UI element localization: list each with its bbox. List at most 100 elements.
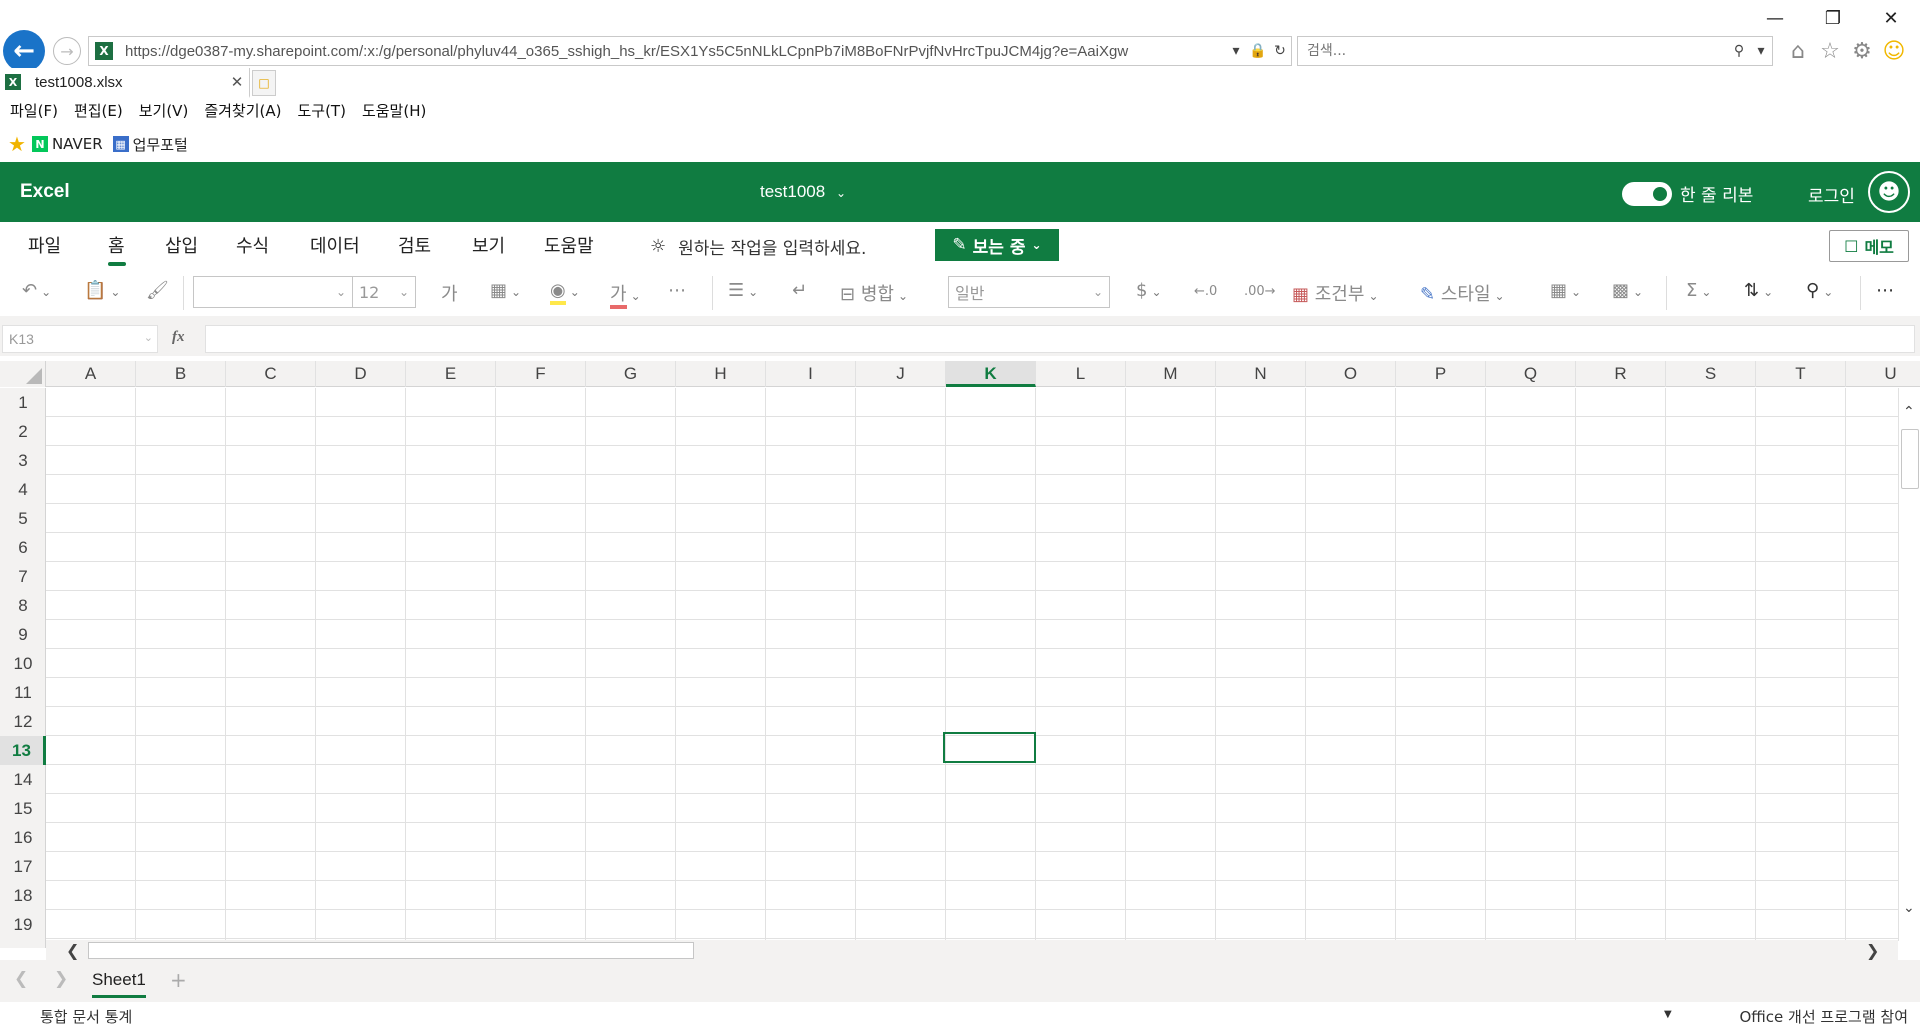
formula-input[interactable] (205, 325, 1915, 353)
bold-button[interactable]: 가 (441, 280, 458, 306)
column-header[interactable]: K (946, 361, 1036, 387)
tab-data[interactable]: 데이터 (310, 232, 360, 258)
menu-favorites[interactable]: 즐겨찾기(A) (204, 100, 281, 124)
chevron-down-icon[interactable]: ▼ (1664, 1009, 1672, 1020)
fav-portal[interactable]: 업무포털 (133, 134, 188, 155)
conditional-format-button[interactable]: ▦ 조건부 ⌄ (1292, 280, 1379, 306)
app-name[interactable]: Excel (20, 181, 70, 203)
column-header[interactable]: E (406, 361, 496, 387)
fill-color-button[interactable]: ◉ ⌄ (550, 280, 580, 305)
insert-cells-button[interactable]: ▩ ⌄ (1612, 280, 1643, 301)
menu-view[interactable]: 보기(V) (139, 100, 189, 124)
scroll-left-icon[interactable]: ❮ (66, 941, 79, 960)
column-header[interactable]: T (1756, 361, 1846, 387)
add-sheet-icon[interactable]: + (170, 968, 187, 992)
scroll-down-icon[interactable]: ⌄ (1903, 900, 1915, 916)
column-header[interactable]: S (1666, 361, 1756, 387)
close-tab-icon[interactable]: ✕ (225, 73, 249, 91)
toggle-switch[interactable] (1622, 181, 1672, 206)
sheet-tab-sheet1[interactable]: Sheet1 (92, 966, 146, 998)
refresh-icon[interactable]: ↻ (1269, 43, 1291, 59)
back-button[interactable]: ← (3, 30, 45, 72)
viewing-mode-button[interactable]: ✎ 보는 중 ⌄ (935, 229, 1059, 261)
decrease-decimal-button[interactable]: ←.0 (1194, 284, 1217, 299)
chevron-down-icon[interactable]: ⌄ (144, 331, 153, 344)
currency-button[interactable]: $ ⌄ (1136, 280, 1162, 301)
browser-tab[interactable]: X test1008.xlsx ✕ (0, 68, 250, 98)
simplified-ribbon-toggle[interactable]: 한 줄 리본 (1622, 181, 1753, 206)
column-header[interactable]: B (136, 361, 226, 387)
column-header[interactable]: J (856, 361, 946, 387)
row-header[interactable]: 10 (0, 649, 46, 678)
document-title[interactable]: test1008 ⌄ (760, 182, 846, 202)
row-header[interactable]: 14 (0, 765, 46, 794)
vertical-scrollbar[interactable]: ⌃ ⌄ (1898, 388, 1920, 941)
format-as-table-button[interactable]: ▦ ⌄ (1550, 280, 1581, 301)
function-fx-icon[interactable]: fx (172, 329, 185, 346)
undo-button[interactable]: ↶ ⌄ (22, 280, 51, 301)
search-icon[interactable]: ⚲ (1728, 43, 1750, 59)
more-options-button[interactable]: ⋯ (1876, 280, 1894, 301)
fav-naver[interactable]: NAVER (52, 135, 103, 153)
tab-view[interactable]: 보기 (472, 232, 505, 258)
tab-formulas[interactable]: 수식 (236, 232, 269, 258)
row-header[interactable]: 2 (0, 417, 46, 446)
merge-button[interactable]: ⊟ 병합 ⌄ (840, 280, 908, 306)
favorites-star-icon[interactable]: ★ (8, 132, 26, 156)
row-header[interactable]: 13 (0, 736, 46, 765)
home-icon[interactable]: ⌂ (1782, 36, 1814, 66)
office-improvement-program[interactable]: Office 개선 프로그램 참여 (1740, 1006, 1909, 1027)
scroll-up-icon[interactable]: ⌃ (1903, 404, 1915, 420)
login-link[interactable]: 로그인 (1808, 182, 1855, 207)
row-header[interactable]: 15 (0, 794, 46, 823)
search-input[interactable] (1307, 43, 1728, 59)
prev-sheet-icon[interactable]: ❮ (14, 969, 28, 989)
font-color-button[interactable]: 가 ⌄ (610, 280, 641, 309)
row-header[interactable]: 11 (0, 678, 46, 707)
column-header[interactable]: F (496, 361, 586, 387)
column-header[interactable]: P (1396, 361, 1486, 387)
paste-button[interactable]: 📋 ⌄ (84, 280, 120, 301)
column-header[interactable]: D (316, 361, 406, 387)
borders-button[interactable]: ▦ ⌄ (490, 280, 521, 301)
column-header[interactable]: R (1576, 361, 1666, 387)
number-format-dropdown[interactable]: 일반 ⌄ (948, 276, 1110, 308)
row-header[interactable]: 3 (0, 446, 46, 475)
increase-decimal-button[interactable]: .00→ (1244, 284, 1276, 299)
row-header[interactable]: 7 (0, 562, 46, 591)
tab-home[interactable]: 홈 (108, 232, 125, 258)
workbook-statistics[interactable]: 통합 문서 통계 (40, 1006, 132, 1027)
select-all-button[interactable] (0, 361, 46, 387)
row-header[interactable]: 17 (0, 852, 46, 881)
row-header[interactable]: 9 (0, 620, 46, 649)
menu-file[interactable]: 파일(F) (10, 100, 58, 124)
column-header[interactable]: N (1216, 361, 1306, 387)
column-header[interactable]: U (1846, 361, 1920, 387)
new-tab-button[interactable]: □ (252, 70, 276, 96)
row-header[interactable]: 4 (0, 475, 46, 504)
scroll-right-icon[interactable]: ❯ (1866, 941, 1879, 960)
row-header[interactable]: 6 (0, 533, 46, 562)
column-header[interactable]: Q (1486, 361, 1576, 387)
styles-button[interactable]: ✎ 스타일 ⌄ (1420, 280, 1505, 306)
comments-button[interactable]: ☐ 메모 (1829, 230, 1909, 262)
menu-edit[interactable]: 편집(E) (74, 100, 123, 124)
sort-filter-button[interactable]: ⇅ ⌄ (1744, 280, 1773, 301)
row-header[interactable]: 5 (0, 504, 46, 533)
next-sheet-icon[interactable]: ❯ (54, 969, 68, 989)
account-avatar-icon[interactable]: ☻ (1868, 171, 1910, 213)
column-header[interactable]: L (1036, 361, 1126, 387)
minimize-button[interactable]: — (1746, 0, 1804, 36)
name-box[interactable]: K13 ⌄ (2, 325, 158, 353)
tell-me-box[interactable]: ☼ 원하는 작업을 입력하세요. (650, 234, 866, 259)
tab-insert[interactable]: 삽입 (165, 232, 198, 258)
format-painter-button[interactable]: 🖌 (146, 280, 169, 301)
settings-gear-icon[interactable]: ⚙ (1846, 36, 1878, 66)
tab-help[interactable]: 도움말 (544, 232, 594, 258)
menu-help[interactable]: 도움말(H) (362, 100, 426, 124)
tab-review[interactable]: 검토 (398, 232, 431, 258)
menu-tools[interactable]: 도구(T) (297, 100, 345, 124)
column-header[interactable]: O (1306, 361, 1396, 387)
horizontal-scroll-thumb[interactable] (88, 942, 694, 959)
row-header[interactable]: 8 (0, 591, 46, 620)
